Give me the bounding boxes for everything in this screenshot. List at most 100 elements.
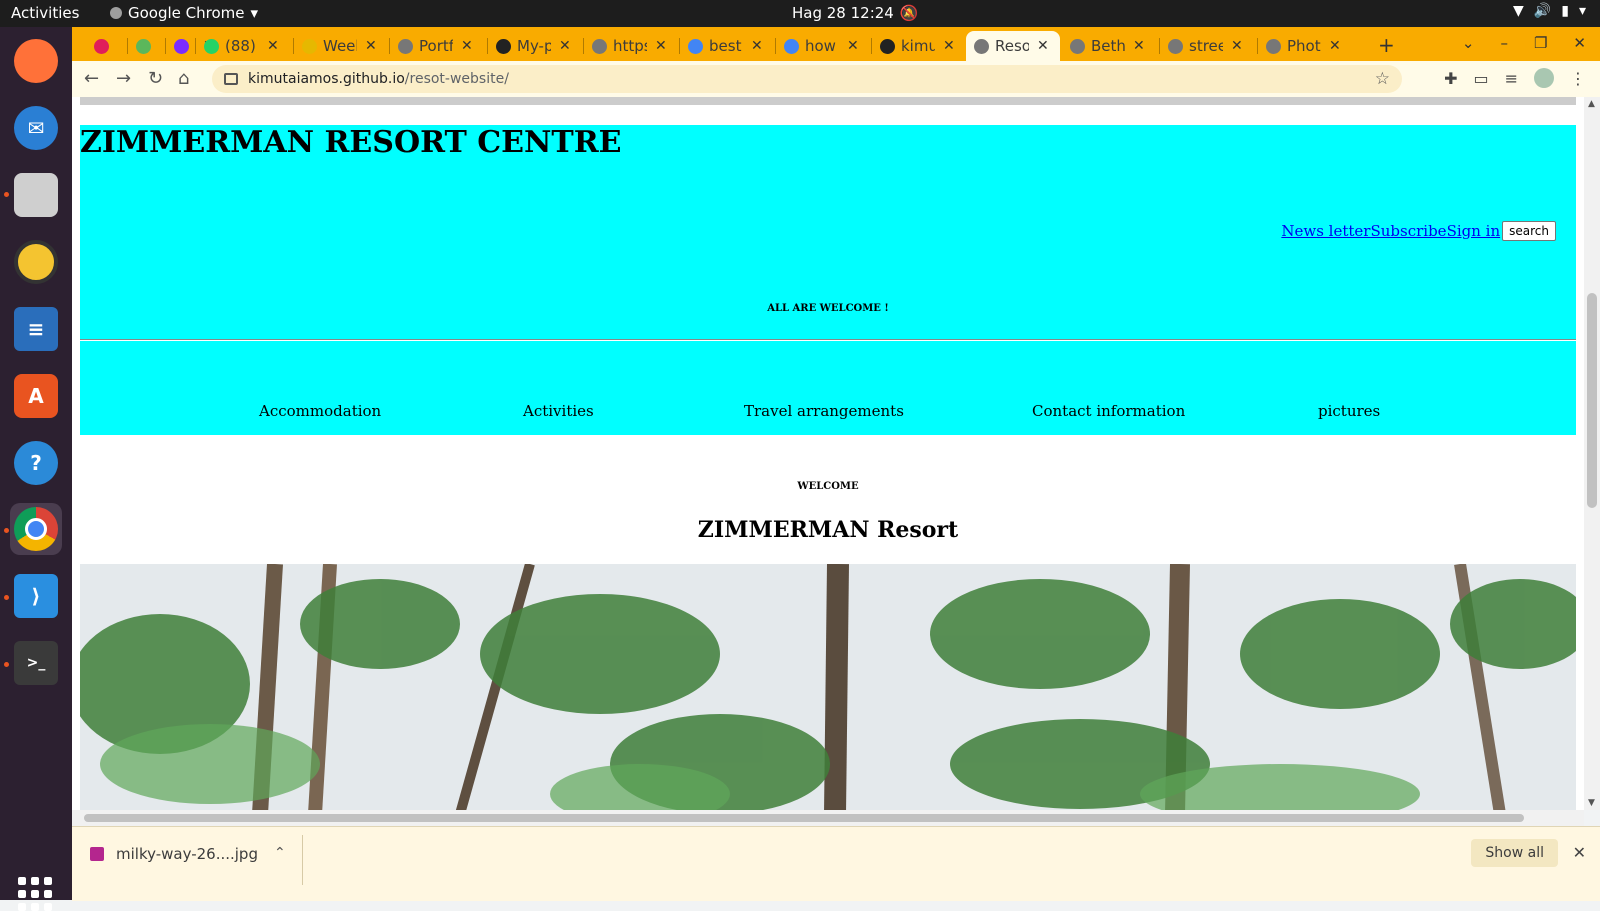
tab-close-icon[interactable]: ✕ <box>943 38 955 54</box>
chevron-down-icon: ▾ <box>250 4 259 22</box>
software-center-icon: A <box>14 374 58 418</box>
home-icon[interactable]: ⌂ <box>178 68 189 89</box>
running-indicator <box>4 192 9 197</box>
extensions-icon[interactable]: ✚ <box>1444 69 1457 88</box>
forward-icon[interactable]: → <box>116 68 131 89</box>
nav-pictures[interactable]: pictures <box>1318 402 1380 420</box>
dock-writer[interactable]: ≡ <box>10 303 62 355</box>
close-download-bar-icon[interactable]: ✕ <box>1573 843 1586 862</box>
close-window-icon[interactable]: ✕ <box>1573 34 1586 52</box>
show-all-button[interactable]: Show all <box>1471 839 1558 867</box>
welcome-heading: WELCOME <box>797 481 859 492</box>
nav-contact-information[interactable]: Contact information <box>1032 402 1185 420</box>
horizontal-scrollbar-thumb[interactable] <box>84 814 1524 822</box>
download-item[interactable]: milky-way-26....jpg <box>90 845 258 863</box>
newsletter-link[interactable]: News letter <box>1281 222 1370 240</box>
thunderbird-icon: ✉ <box>14 106 58 150</box>
tab-close-icon[interactable]: ✕ <box>365 38 377 54</box>
back-icon[interactable]: ← <box>84 68 99 89</box>
browser-tab[interactable]: https ✕ <box>584 31 678 61</box>
browser-tab[interactable] <box>86 31 126 61</box>
activities-button[interactable]: Activities <box>11 4 79 22</box>
tab-close-icon[interactable]: ✕ <box>655 38 667 54</box>
system-tray[interactable]: ▼ 🔊 ▮ ▾ <box>1513 3 1586 19</box>
running-indicator <box>4 528 9 533</box>
toolbar-actions: ✚ ▭ ≡ ⋮ <box>1444 68 1586 88</box>
show-applications-icon[interactable] <box>18 877 52 911</box>
tab-favicon-icon <box>1168 38 1183 54</box>
tab-close-icon[interactable]: ✕ <box>267 38 279 54</box>
battery-icon: ▮ <box>1561 3 1569 19</box>
tab-close-icon[interactable]: ✕ <box>847 38 859 54</box>
dock-files[interactable] <box>10 169 62 221</box>
browser-tab[interactable] <box>128 31 164 61</box>
tab-title: Week <box>323 37 357 55</box>
scroll-up-icon[interactable]: ▲ <box>1588 99 1595 109</box>
dock-rhythmbox[interactable] <box>10 236 62 288</box>
browser-tab[interactable]: best ✕ <box>680 31 774 61</box>
vertical-scrollbar-thumb[interactable] <box>1587 293 1597 508</box>
maximize-icon[interactable]: ❐ <box>1534 34 1547 52</box>
browser-tab[interactable]: B✕ <box>166 31 215 61</box>
tab-close-icon[interactable]: ✕ <box>1329 38 1341 54</box>
media-control-icon[interactable]: ≡ <box>1505 69 1518 88</box>
tab-close-icon[interactable]: ✕ <box>1133 38 1145 54</box>
profile-avatar[interactable] <box>1534 68 1554 88</box>
download-filename: milky-way-26....jpg <box>116 845 258 863</box>
tab-search-icon[interactable]: ⌄ <box>1462 34 1475 52</box>
app-menu[interactable]: Google Chrome ▾ <box>110 4 258 22</box>
browser-tab[interactable]: how ✕ <box>776 31 870 61</box>
bookmark-star-icon[interactable]: ☆ <box>1375 69 1390 89</box>
browser-tab[interactable]: kimu ✕ <box>872 31 964 61</box>
tab-close-icon[interactable]: ✕ <box>751 38 763 54</box>
browser-tab[interactable]: (88) W ✕ <box>196 31 292 61</box>
clock[interactable]: Hag 28 12:24 🔕 <box>792 4 919 22</box>
scroll-down-icon[interactable]: ▼ <box>1588 798 1595 808</box>
browser-tab[interactable]: My-p ✕ <box>488 31 582 61</box>
tab-close-icon[interactable]: ✕ <box>1231 38 1243 54</box>
browser-tab[interactable]: Reso ✕ <box>966 31 1060 61</box>
sign-in-link[interactable]: Sign in <box>1447 222 1501 240</box>
nav-accommodation[interactable]: Accommodation <box>259 402 381 420</box>
dock-firefox[interactable] <box>10 35 62 87</box>
tab-close-icon[interactable]: ✕ <box>461 38 473 54</box>
dock-chrome[interactable] <box>10 503 62 555</box>
app-name: Google Chrome <box>128 4 245 22</box>
minimize-icon[interactable]: – <box>1500 34 1508 52</box>
tab-strip: + ⌄ – ❐ ✕ B✕(88) W✕Week✕Portf✕My-p✕https… <box>72 27 1600 61</box>
horizontal-scrollbar[interactable] <box>72 810 1584 826</box>
search-button[interactable]: search <box>1502 221 1556 241</box>
subscribe-link[interactable]: Subscribe <box>1370 222 1446 240</box>
tab-favicon-icon <box>496 38 511 54</box>
nav-travel-arrangements[interactable]: Travel arrangements <box>744 402 904 420</box>
dock-software[interactable]: A <box>10 370 62 422</box>
browser-tab[interactable]: stree ✕ <box>1160 31 1256 61</box>
browser-tab[interactable]: Week ✕ <box>294 31 388 61</box>
vertical-scrollbar[interactable]: ▲ ▼ <box>1584 97 1600 810</box>
dock-vscode[interactable]: ⟩ <box>10 570 62 622</box>
terminal-icon: >_ <box>14 641 58 685</box>
reload-icon[interactable]: ↻ <box>148 68 163 89</box>
notifications-off-icon: 🔕 <box>899 4 919 22</box>
cast-icon[interactable]: ▭ <box>1473 69 1488 88</box>
tab-favicon-icon <box>688 38 703 54</box>
clock-text: Hag 28 12:24 <box>792 4 894 22</box>
menu-icon[interactable]: ⋮ <box>1570 69 1586 88</box>
tab-close-icon[interactable]: ✕ <box>1037 38 1049 54</box>
dock-thunderbird[interactable]: ✉ <box>10 102 62 154</box>
resort-title: ZIMMERMAN Resort <box>697 517 959 543</box>
chevron-up-icon[interactable]: ⌃ <box>274 845 286 861</box>
new-tab-button[interactable]: + <box>1378 33 1395 57</box>
nav-activities[interactable]: Activities <box>523 402 594 420</box>
tab-favicon-icon <box>880 38 895 54</box>
dock-terminal[interactable]: >_ <box>10 637 62 689</box>
browser-tab[interactable]: Portf ✕ <box>390 31 486 61</box>
dock-help[interactable]: ? <box>10 437 62 489</box>
browser-tab[interactable]: Beth ✕ <box>1062 31 1158 61</box>
browser-tab[interactable]: Phot ✕ <box>1258 31 1352 61</box>
address-bar[interactable]: kimutaiamos.github.io/resot-website/ ☆ <box>212 65 1402 93</box>
rhythmbox-icon <box>14 240 58 284</box>
wifi-icon: ▼ <box>1513 3 1524 19</box>
tab-title: best <box>709 37 742 55</box>
tab-close-icon[interactable]: ✕ <box>559 38 571 54</box>
